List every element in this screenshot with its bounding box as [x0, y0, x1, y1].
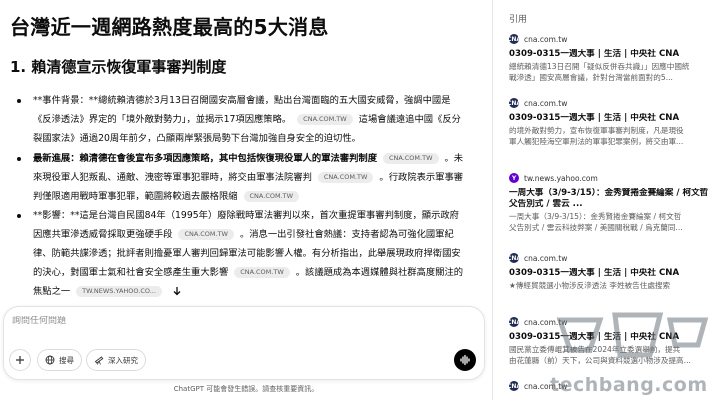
- arrow-down-icon[interactable]: [172, 284, 182, 303]
- citation-title: 0309-0315一週大事 | 生活 | 中央社 CNA: [509, 332, 680, 342]
- citation-snippet: 總統賴清德13日召開「疑似反併吞共識」」因應中國統 戰滲透」國安高層會議，針對台…: [509, 62, 690, 82]
- message-composer: 搜尋 深入研究: [3, 306, 485, 380]
- cna-logo-icon: CNA: [506, 317, 522, 327]
- list-item: 最新進展：賴清德在會後宣布多項因應策略，其中包括恢復現役軍人的軍法審判制度 CN…: [10, 149, 468, 206]
- citation-chip[interactable]: CNA.COM.TW: [234, 267, 290, 278]
- deep-research-button[interactable]: 深入研究: [86, 349, 146, 371]
- list-item: **影響：**這是台灣自民國84年（1995年）廢除戰時軍法審判以來，首次重提軍…: [10, 206, 468, 303]
- chat-main-area: 台灣近一週網路熱度最高的5大消息 1. 賴清德宣示恢復軍事審判制度 **事件背景…: [0, 0, 492, 400]
- citation-source: cna.com.tw: [524, 253, 568, 263]
- cna-logo-icon: CNA: [506, 34, 522, 44]
- citation-title: 0309-0315一週大事 | 生活 | 中央社 CNA: [509, 268, 680, 278]
- search-button[interactable]: 搜尋: [37, 349, 82, 371]
- cna-logo-icon: CNA: [506, 381, 522, 391]
- bullet-dot: [17, 157, 21, 161]
- citation-snippet: 一周大事（3/9-3/15）：金秀賢捲金賽綸案 / 柯文哲 父告別式 / 雲云科…: [509, 212, 683, 232]
- page-title: 台灣近一週網路熱度最高的5大消息: [10, 15, 329, 39]
- citation-source: cna.com.tw: [524, 34, 568, 44]
- citation-source: tw.news.yahoo.com: [524, 173, 598, 183]
- deep-research-label: 深入研究: [108, 355, 138, 365]
- citation-chip[interactable]: TW.NEWS.YAHOO.CO...: [76, 286, 162, 297]
- disclaimer-text: ChatGPT 可能會發生錯誤。請查核重要資訊。: [173, 385, 319, 393]
- citation-item[interactable]: CNA cna.com.tw 0309-0315一週大事 | 生活 | 中央社 …: [506, 33, 714, 83]
- citation-item[interactable]: Y tw.news.yahoo.com 一周大事（3/9-3/15）：金秀賢捲金…: [509, 172, 714, 233]
- search-button-label: 搜尋: [59, 355, 74, 365]
- list-item: **事件背景：**總統賴清德於3月13日召開國安高層會議，點出台灣面臨的五大國安…: [10, 91, 468, 148]
- citation-title-line2: 父告別式 / 雲云 ...: [509, 199, 583, 209]
- bullet-dot: [17, 99, 21, 103]
- add-attachment-button[interactable]: [9, 349, 31, 371]
- waveform-icon: [460, 354, 470, 366]
- message-input[interactable]: [12, 316, 392, 326]
- citation-source: cna.com.tw: [524, 317, 568, 327]
- citation-source: cna.com.tw: [524, 381, 568, 391]
- citation-chip[interactable]: CNA.COM.TW: [297, 114, 353, 125]
- citation-snippet: 的境外敵對勢力，宣布恢復軍事審判制度，凡是現役 軍人觸犯陸海空軍刑法的軍事犯罪案…: [509, 126, 684, 146]
- citation-item[interactable]: CNA cna.com.tw: [506, 380, 714, 392]
- citation-chip[interactable]: CNA.COM.TW: [317, 172, 374, 183]
- citation-title: 0309-0315一週大事 | 生活 | 中央社 CNA: [509, 49, 680, 59]
- plus-icon: [16, 356, 24, 364]
- cna-logo-icon: CNA: [506, 253, 522, 263]
- yahoo-logo-icon: Y: [509, 173, 519, 183]
- globe-icon: [45, 355, 55, 365]
- citation-item[interactable]: CNA cna.com.tw 0309-0315一週大事 | 生活 | 中央社 …: [506, 252, 714, 291]
- citation-item[interactable]: CNA cna.com.tw 0309-0315一週大事 | 生活 | 中央社 …: [506, 97, 714, 147]
- citation-snippet: ★傳經貿競選小物涉反滲透法 李姓被告住處搜索: [509, 281, 671, 290]
- citation-title: 0309-0315一週大事 | 生活 | 中央社 CNA: [509, 113, 680, 123]
- citation-title: 一周大事（3/9-3/15）：金秀賢捲金賽綸案 / 柯文哲: [509, 188, 709, 198]
- telescope-icon: [94, 356, 104, 365]
- citation-source: cna.com.tw: [524, 98, 568, 108]
- sidebar-title: 引用: [509, 15, 528, 25]
- bullet-bold-text: 最新進展：賴清德在會後宣布多項因應策略，其中包括恢復現役軍人的軍法審判制度: [33, 153, 377, 164]
- voice-mode-button[interactable]: [454, 349, 476, 371]
- citation-chip[interactable]: CNA.COM.TW: [243, 191, 300, 202]
- citation-chip[interactable]: CNA.COM.TW: [178, 229, 234, 240]
- citation-chip[interactable]: CNA.COM.TW: [382, 153, 439, 164]
- citation-item[interactable]: CNA cna.com.tw 0309-0315一週大事 | 生活 | 中央社 …: [506, 316, 714, 366]
- bullet-dot: [17, 214, 21, 218]
- section-heading: 1. 賴清德宣示恢復軍事審判制度: [10, 58, 227, 76]
- citations-sidebar: 引用 CNA cna.com.tw 0309-0315一週大事 | 生活 | 中…: [493, 0, 720, 400]
- citation-snippet: 國民黨立委傅崐萁被告在2024年立委選舉前，提共 由花蓮縣（前）天下，公司與資料…: [509, 345, 691, 365]
- cna-logo-icon: CNA: [506, 98, 522, 108]
